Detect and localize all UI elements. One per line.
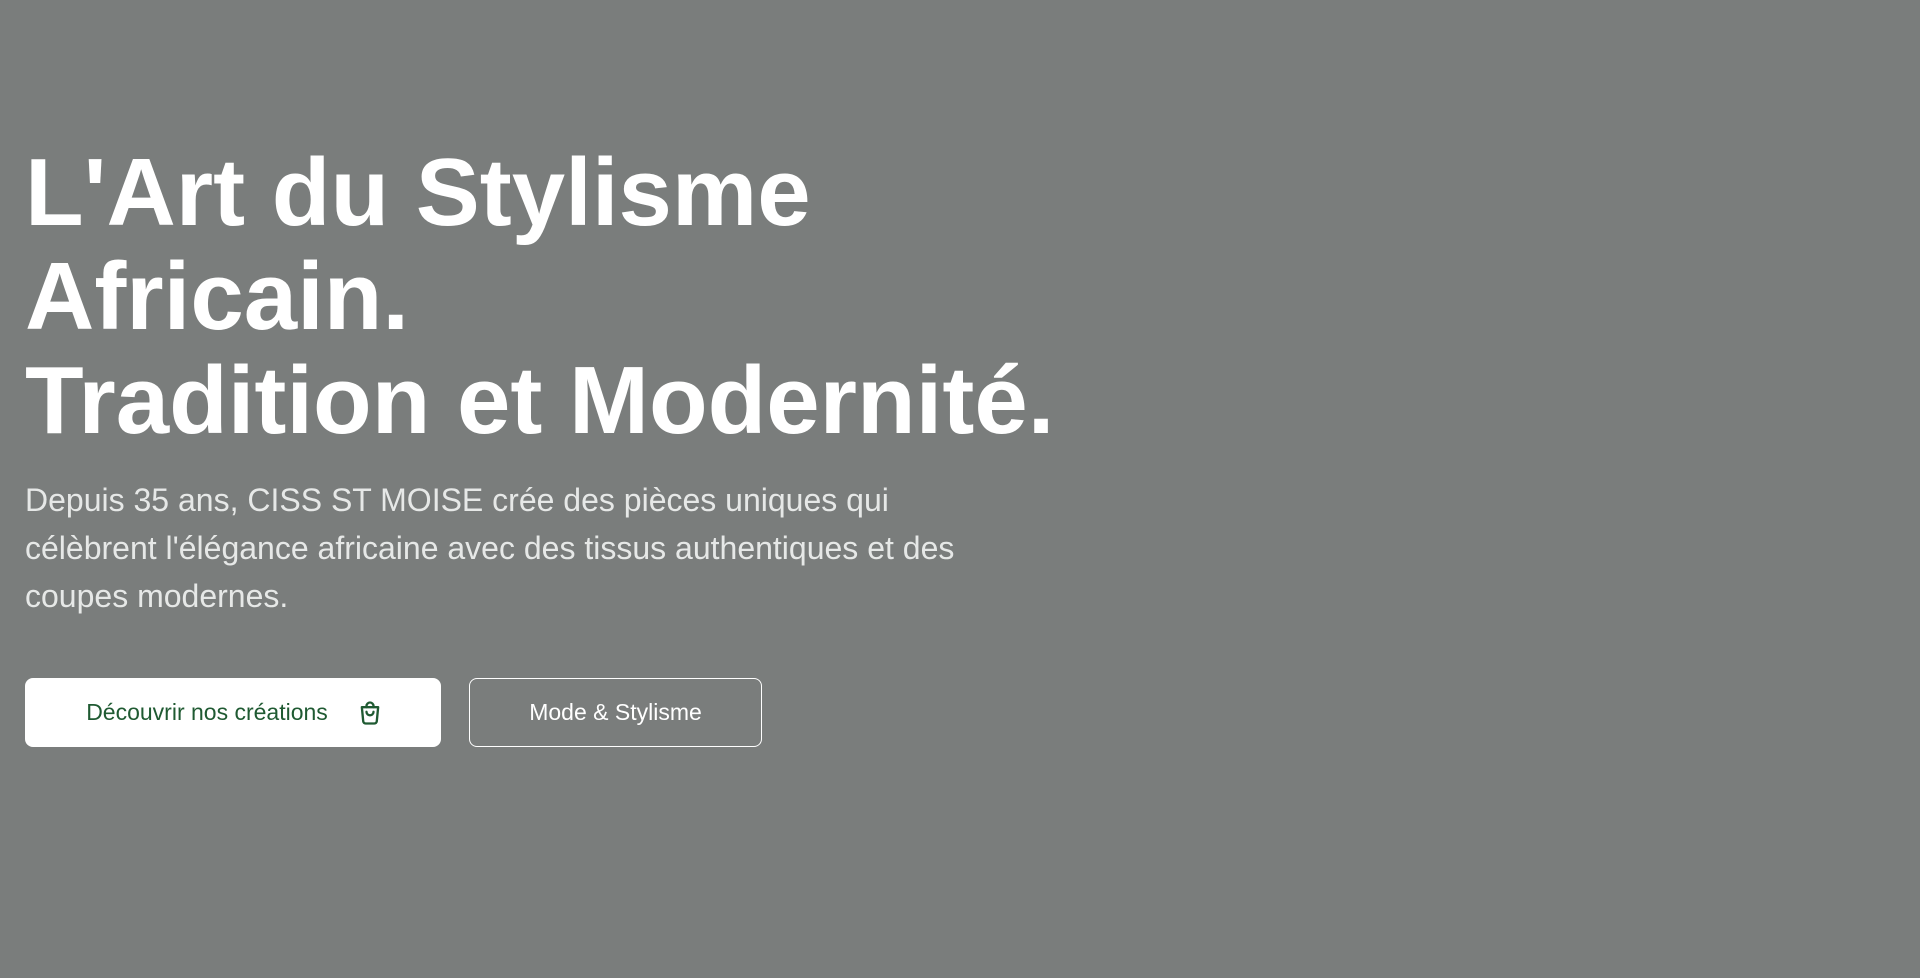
shopping-bag-icon	[356, 699, 384, 727]
hero-title: L'Art du Stylisme Africain. Tradition et…	[25, 141, 1225, 453]
hero-title-line-1: L'Art du Stylisme	[25, 139, 811, 246]
discover-creations-label: Découvrir nos créations	[86, 699, 328, 725]
hero-actions: Découvrir nos créations Mode & Stylisme	[25, 678, 1225, 747]
hero-title-line-2: Africain.	[25, 243, 410, 350]
mode-stylisme-label: Mode & Stylisme	[529, 699, 702, 725]
hero-section: L'Art du Stylisme Africain. Tradition et…	[25, 141, 1225, 747]
mode-stylisme-button[interactable]: Mode & Stylisme	[469, 678, 762, 747]
hero-description: Depuis 35 ans, CISS ST MOISE crée des pi…	[25, 482, 955, 614]
hero-title-line-3: Tradition et Modernité.	[25, 347, 1055, 454]
discover-creations-button[interactable]: Découvrir nos créations	[25, 678, 441, 747]
